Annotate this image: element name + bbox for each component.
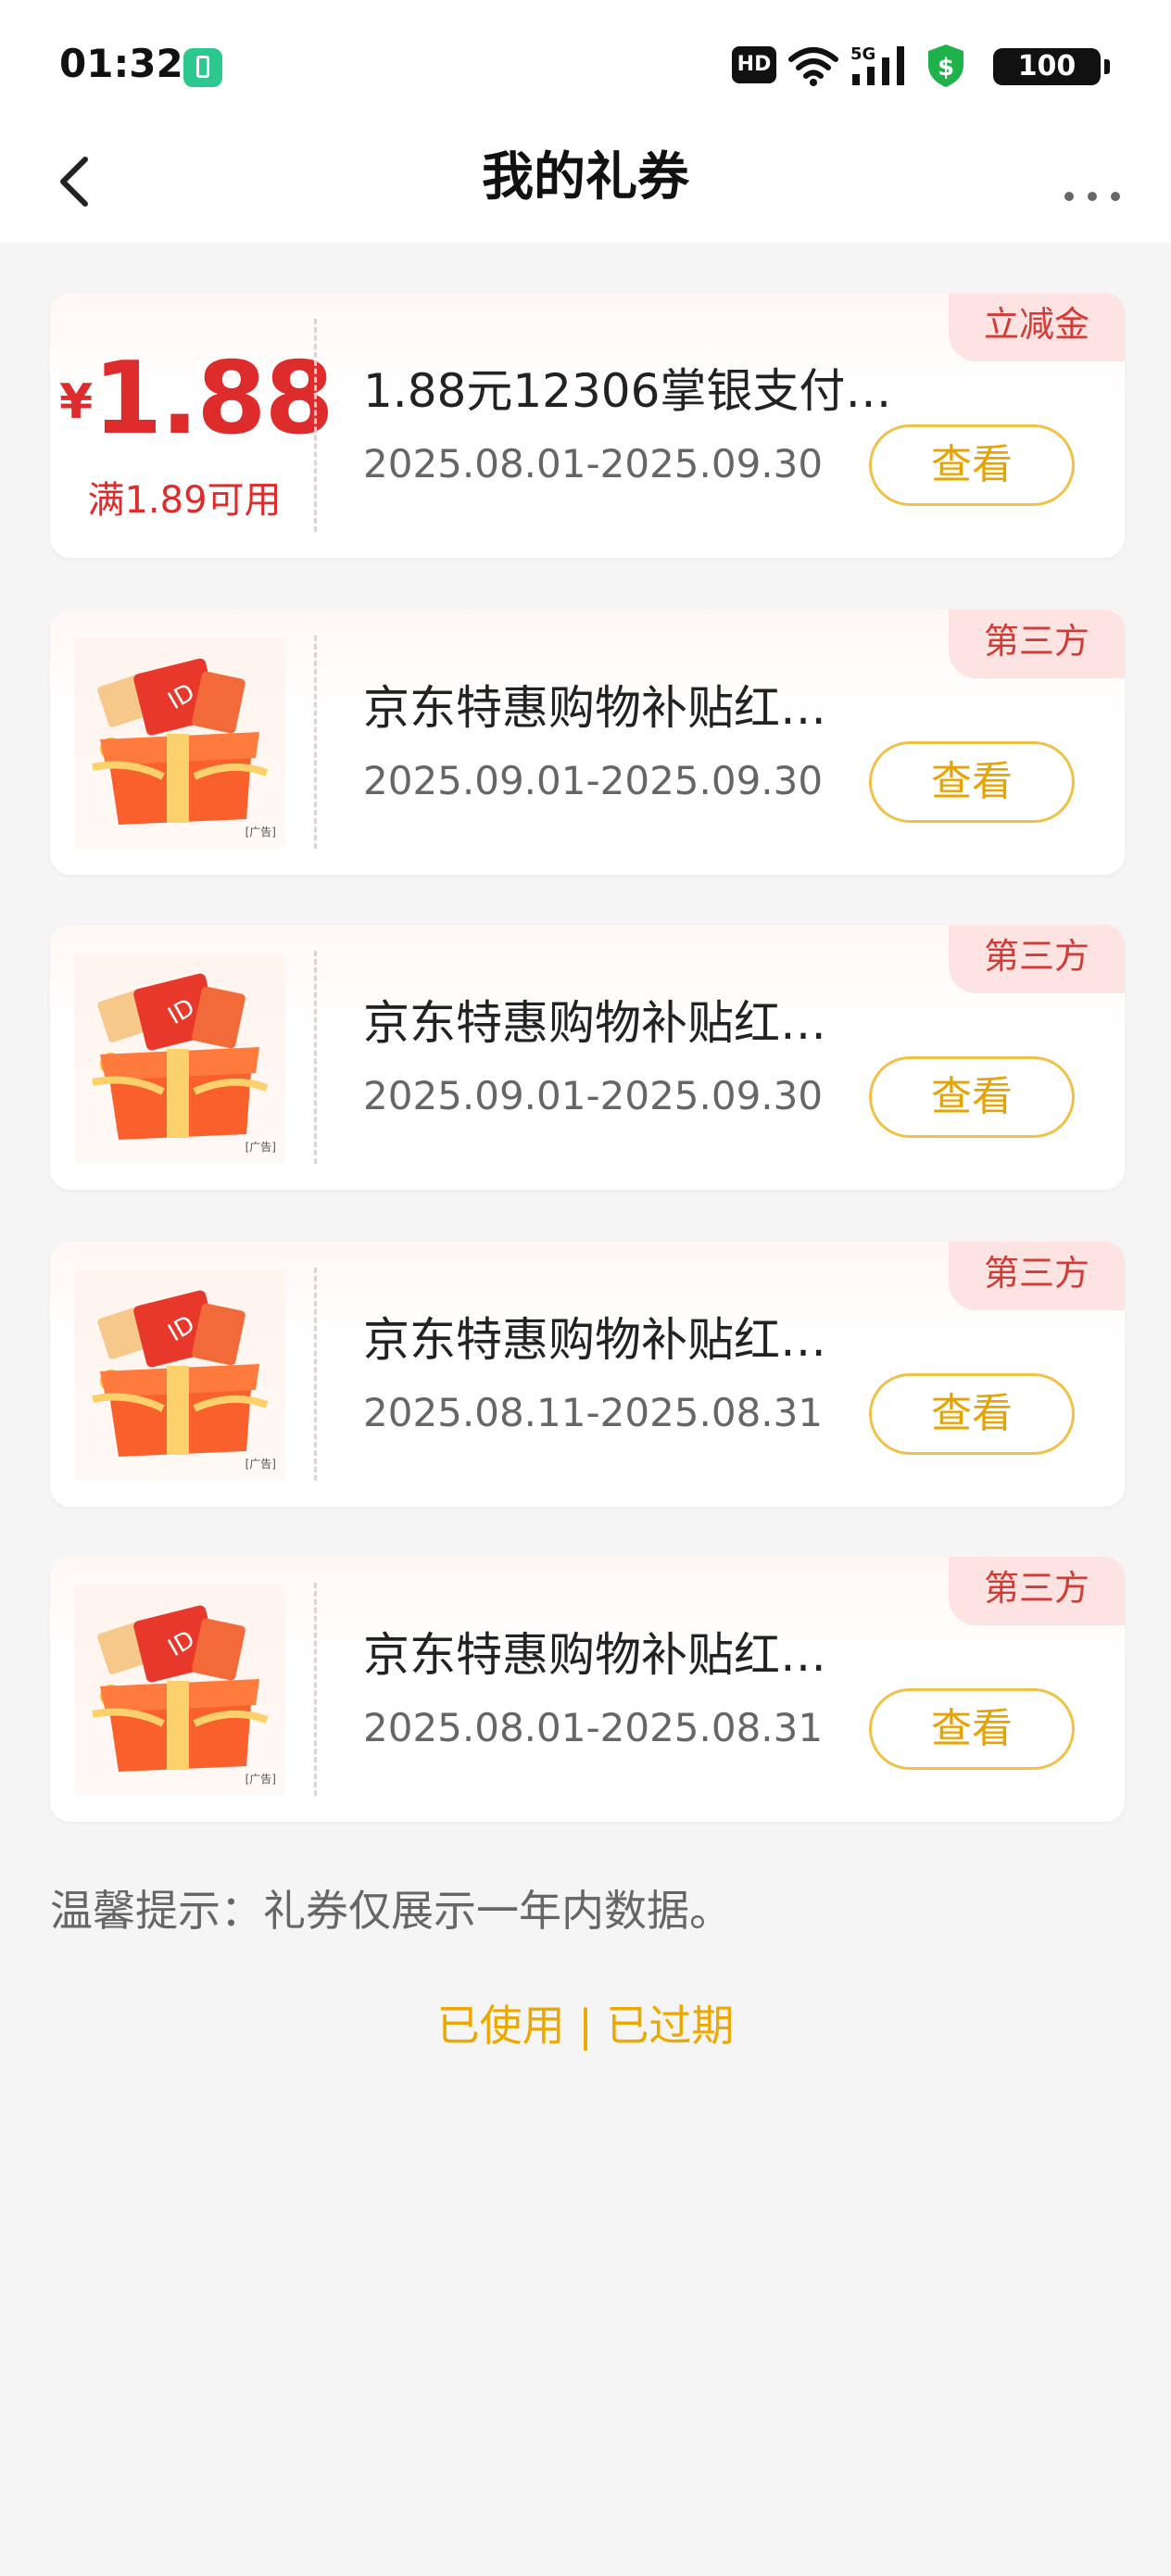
coupon-title: 京东特惠购物补贴红…: [363, 996, 826, 1050]
coupon-divider: [314, 636, 317, 849]
coupon-tag: 第三方: [949, 1242, 1125, 1310]
coupon-divider: [314, 1583, 317, 1796]
coupon-tag: 第三方: [949, 1557, 1125, 1625]
coupon-tag: 立减金: [949, 293, 1125, 361]
coupon-card[interactable]: 第三方 ID [广告] 京东特惠购物补贴红… 2025.08.11-2025.0…: [50, 1242, 1125, 1507]
coupon-divider: [314, 319, 317, 532]
coupon-tag: 第三方: [949, 925, 1125, 993]
status-time: 01:32: [59, 41, 183, 86]
coupon-card[interactable]: 第三方 ID [广告] 京东特惠购物补贴红… 2025.08.01-2025.0…: [50, 1557, 1125, 1822]
nav-bar: 我的礼券: [0, 120, 1171, 243]
tip-text: 温馨提示：礼券仅展示一年内数据。: [50, 1886, 732, 1936]
ad-label: [广告]: [245, 1141, 276, 1154]
gift-box-icon: ID [广告]: [74, 638, 285, 849]
coupon-date: 2025.08.11-2025.08.31: [363, 1390, 824, 1435]
coupon-date: 2025.09.01-2025.09.30: [363, 1073, 824, 1118]
more-dots-icon[interactable]: [1051, 145, 1134, 219]
currency-symbol: ¥: [59, 374, 94, 430]
ad-label: [广告]: [245, 1458, 276, 1471]
coupon-divider: [314, 1268, 317, 1481]
coupon-amount: ¥1.88: [59, 348, 334, 479]
hd-icon: HD: [732, 46, 776, 83]
coupon-tag: 第三方: [949, 610, 1125, 678]
coupon-card[interactable]: 第三方 ID [广告] 京东特惠购物补贴红… 2025.09.01-2025.0…: [50, 925, 1125, 1190]
coupon-divider: [314, 951, 317, 1164]
view-button[interactable]: 查看: [869, 1056, 1075, 1138]
status-bar: 01:32 HD 5G $ 100: [0, 0, 1171, 120]
view-button[interactable]: 查看: [869, 424, 1075, 506]
used-link[interactable]: 已使用: [437, 2001, 565, 2051]
ad-label: [广告]: [245, 826, 276, 839]
svg-text:$: $: [938, 54, 954, 82]
coupon-title: 京东特惠购物补贴红…: [363, 1628, 826, 1682]
coupon-amount-block: ¥1.88 满1.89可用: [59, 348, 334, 524]
history-separator: |: [578, 2001, 593, 2051]
network-label: 5G: [850, 44, 875, 64]
coupon-card[interactable]: 第三方 ID [广告] 京东特惠购物补贴红… 2025.09.01-2025.0…: [50, 610, 1125, 875]
view-button[interactable]: 查看: [869, 1688, 1075, 1770]
coupon-date: 2025.08.01-2025.09.30: [363, 441, 824, 486]
view-button[interactable]: 查看: [869, 1373, 1075, 1455]
gift-box-icon: ID [广告]: [74, 1585, 285, 1796]
security-shield-icon: $: [928, 44, 963, 87]
wifi-icon: [788, 47, 838, 86]
signal-5g-icon: 5G: [850, 44, 904, 85]
coupon-condition: 满1.89可用: [87, 479, 282, 522]
coupon-date: 2025.09.01-2025.09.30: [363, 758, 824, 803]
coupon-date: 2025.08.01-2025.08.31: [363, 1705, 824, 1750]
expired-link[interactable]: 已过期: [606, 2001, 734, 2051]
page-title: 我的礼券: [482, 147, 689, 208]
battery-saver-icon: [183, 48, 222, 87]
amount-value: 1.88: [93, 341, 334, 457]
view-button[interactable]: 查看: [869, 741, 1075, 823]
gift-box-icon: ID [广告]: [74, 953, 285, 1164]
coupon-title: 京东特惠购物补贴红…: [363, 681, 826, 735]
gift-box-icon: ID [广告]: [74, 1269, 285, 1481]
coupon-card[interactable]: 立减金 ¥1.88 满1.89可用 1.88元12306掌银支付… 2025.0…: [50, 293, 1125, 558]
ad-label: [广告]: [245, 1773, 276, 1786]
battery-icon: 100: [993, 48, 1110, 85]
coupon-title: 1.88元12306掌银支付…: [363, 364, 892, 418]
history-links: 已使用 | 已过期: [0, 1992, 1171, 2053]
coupon-title: 京东特惠购物补贴红…: [363, 1313, 826, 1367]
